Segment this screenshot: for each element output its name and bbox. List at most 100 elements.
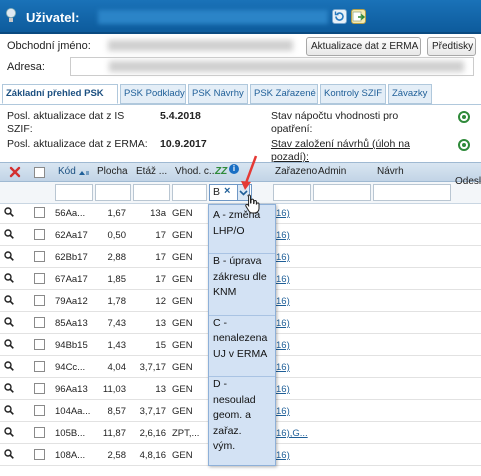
row-checkbox[interactable] xyxy=(34,427,45,438)
cell-kod: 94Bb15 xyxy=(55,340,88,351)
search-icon[interactable] xyxy=(4,405,14,415)
dropdown-option-text[interactable]: LHP/O xyxy=(213,224,245,240)
cell-zarazeno-link[interactable]: 16) xyxy=(276,230,290,241)
col-zz[interactable]: ZZ xyxy=(215,166,227,177)
filter-vhod-input[interactable] xyxy=(172,184,207,201)
cell-zarazeno-link[interactable]: 16) xyxy=(276,318,290,329)
dropdown-option-text[interactable]: B - úprava xyxy=(213,254,261,270)
cell-zarazeno-link[interactable]: 16) xyxy=(276,450,290,461)
cell-etaz: 3,7,17 xyxy=(139,362,166,373)
erma-update-label: Posl. aktualizace dat z ERMA: xyxy=(7,138,148,150)
adresa-field[interactable] xyxy=(70,57,474,76)
row-checkbox[interactable] xyxy=(34,251,45,262)
print-button[interactable]: Předtisky xyxy=(427,37,476,56)
search-icon[interactable] xyxy=(4,427,14,437)
row-checkbox[interactable] xyxy=(34,295,45,306)
info-icon[interactable]: i xyxy=(229,164,239,174)
tab-kontroly-szif[interactable]: Kontroly SZIF xyxy=(320,84,386,104)
cell-vhod: GEN xyxy=(172,296,193,307)
cell-vhod: GEN xyxy=(172,384,193,395)
tab-zavazky[interactable]: Závazky xyxy=(388,84,432,104)
search-icon[interactable] xyxy=(4,361,14,371)
dropdown-option-text[interactable]: KNM xyxy=(213,285,236,301)
update-erma-button[interactable]: Aktualizace dat z ERMA xyxy=(306,37,421,56)
row-checkbox[interactable] xyxy=(34,361,45,372)
dropdown-option-text[interactable]: geom. a xyxy=(213,408,251,424)
dropdown-option-text[interactable]: UJ v ERMA xyxy=(213,347,267,363)
cell-plocha: 11,87 xyxy=(102,428,126,439)
cell-zarazeno-link[interactable]: 16) xyxy=(276,252,290,263)
delete-icon[interactable] xyxy=(9,166,21,178)
cell-zarazeno-link[interactable]: 16) xyxy=(276,340,290,351)
col-kod[interactable]: Kód xyxy=(58,166,76,177)
search-icon[interactable] xyxy=(4,207,14,217)
filter-zarazeno-input[interactable] xyxy=(273,184,311,201)
filter-admin-input[interactable] xyxy=(313,184,371,201)
search-icon[interactable] xyxy=(4,317,14,327)
row-checkbox[interactable] xyxy=(34,317,45,328)
row-checkbox[interactable] xyxy=(34,405,45,416)
select-all-checkbox[interactable] xyxy=(34,167,45,178)
filter-kod-input[interactable] xyxy=(55,184,93,201)
tab-psk-navrhy[interactable]: PSK Návrhy xyxy=(188,84,248,104)
stav-napoctu-label: Stav nápočtu vhodnosti pro opatření: xyxy=(271,110,399,135)
clear-filter-icon[interactable]: × xyxy=(224,185,230,197)
cell-zarazeno-link[interactable]: 16) xyxy=(276,406,290,417)
tab-psk-podklady[interactable]: PSK Podklady xyxy=(120,84,186,104)
tab-psk-zarazene[interactable]: PSK Zařazené xyxy=(250,84,318,104)
erma-update-date: 10.9.2017 xyxy=(160,138,207,150)
refresh-icon[interactable] xyxy=(332,9,347,24)
search-icon[interactable] xyxy=(4,229,14,239)
search-icon[interactable] xyxy=(4,251,14,261)
filter-navrh-input[interactable] xyxy=(373,184,451,201)
cell-etaz: 2,6,16 xyxy=(139,428,166,439)
row-checkbox[interactable] xyxy=(34,449,45,460)
dropdown-option-text[interactable]: C - xyxy=(213,316,227,332)
search-icon[interactable] xyxy=(4,339,14,349)
dropdown-option-text[interactable]: vým. xyxy=(213,439,235,455)
col-etaz[interactable]: Etáž ... xyxy=(136,166,167,177)
row-checkbox[interactable] xyxy=(34,383,45,394)
search-icon[interactable] xyxy=(4,449,14,459)
tab-zakladni-prehled[interactable]: Základní přehled PSK xyxy=(2,84,118,104)
cell-vhod: GEN xyxy=(172,406,193,417)
cell-zarazeno-link[interactable]: 16) xyxy=(276,208,290,219)
filter-zz-value: B xyxy=(213,186,221,198)
cell-vhod: GEN xyxy=(172,340,193,351)
cell-plocha: 2,88 xyxy=(107,252,127,263)
row-checkbox[interactable] xyxy=(34,229,45,240)
cell-zarazeno-link[interactable]: 16) xyxy=(276,362,290,373)
export-icon[interactable] xyxy=(351,9,366,24)
cell-etaz: 13 xyxy=(155,384,166,395)
cell-zarazeno-link[interactable]: 16) xyxy=(276,274,290,285)
col-admin[interactable]: Admin xyxy=(318,166,346,177)
dropdown-option-text[interactable]: nesoulad xyxy=(213,393,256,409)
row-checkbox[interactable] xyxy=(34,207,45,218)
cell-zarazeno-link[interactable]: 16),G... xyxy=(276,428,308,439)
search-icon[interactable] xyxy=(4,273,14,283)
obchodni-jmeno-label: Obchodní jméno: xyxy=(7,40,91,52)
cell-etaz: 13 xyxy=(155,318,166,329)
cell-vhod: GEN xyxy=(172,450,193,461)
row-checkbox[interactable] xyxy=(34,273,45,284)
cell-plocha: 8,57 xyxy=(107,406,127,417)
search-icon[interactable] xyxy=(4,295,14,305)
col-vhod[interactable]: Vhod. c... xyxy=(175,166,217,177)
filter-etaz-input[interactable] xyxy=(133,184,170,201)
dropdown-option-text[interactable]: D - xyxy=(213,377,227,393)
stav-zalozeni-link[interactable]: Stav založení návrhů (úloh na pozadí): xyxy=(271,138,431,164)
cell-vhod: GEN xyxy=(172,274,193,285)
col-navrh[interactable]: Návrh xyxy=(377,166,404,177)
cell-zarazeno-link[interactable]: 16) xyxy=(276,384,290,395)
row-checkbox[interactable] xyxy=(34,339,45,350)
cell-zarazeno-link[interactable]: 16) xyxy=(276,296,290,307)
cell-kod: 62Bb17 xyxy=(55,252,88,263)
col-odesl[interactable]: Odesl xyxy=(455,176,481,187)
search-icon[interactable] xyxy=(4,383,14,393)
dropdown-option-text[interactable]: zákresu dle xyxy=(213,270,267,286)
filter-plocha-input[interactable] xyxy=(95,184,131,201)
dropdown-option-text[interactable]: zařaz. xyxy=(213,424,242,440)
dropdown-option-text[interactable]: nenalezena xyxy=(213,331,267,347)
col-zarazeno[interactable]: Zařazeno xyxy=(275,166,317,177)
col-plocha[interactable]: Plocha xyxy=(97,166,128,177)
